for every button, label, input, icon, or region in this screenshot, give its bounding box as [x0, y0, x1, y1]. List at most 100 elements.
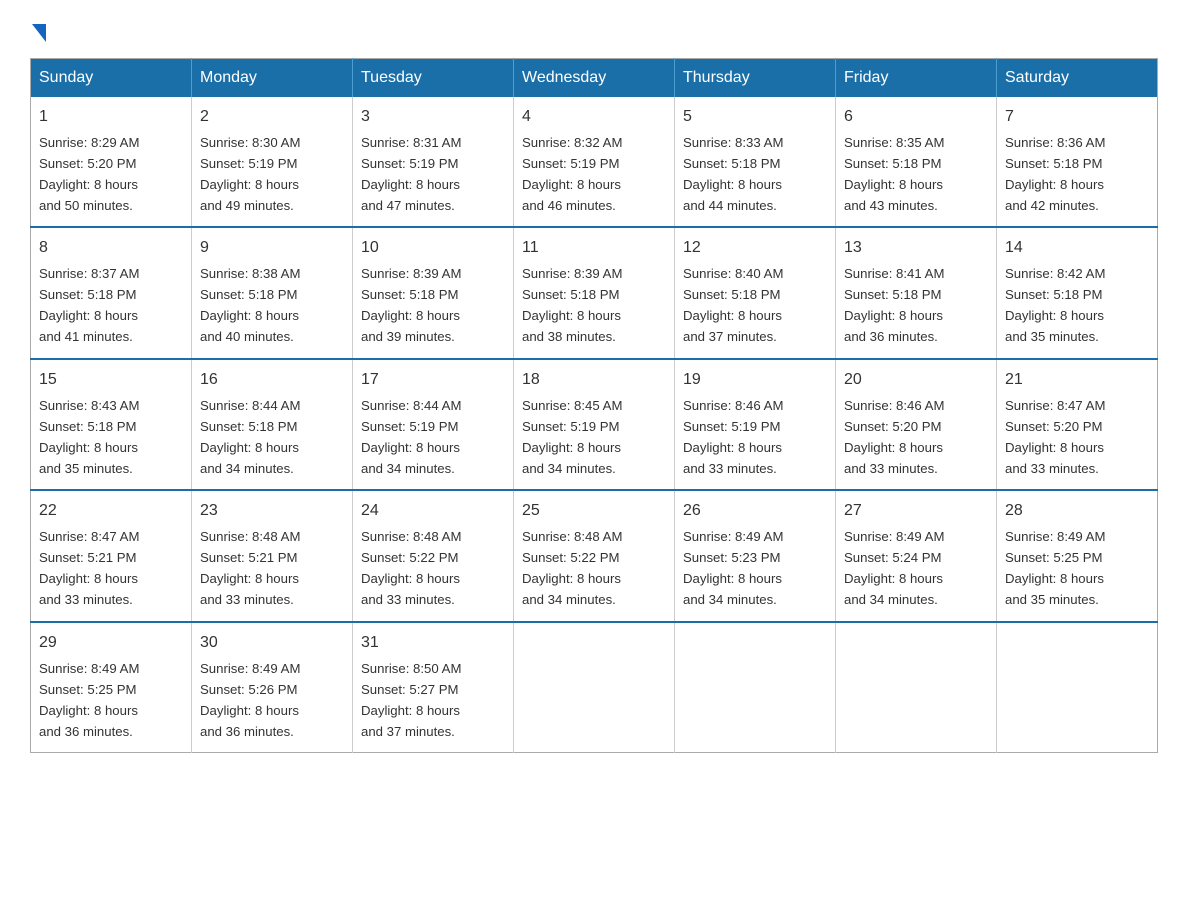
- calendar-cell: 4 Sunrise: 8:32 AMSunset: 5:19 PMDaylight…: [514, 97, 675, 227]
- calendar-cell: 11Sunrise: 8:39 AMSunset: 5:18 PMDayligh…: [514, 227, 675, 358]
- calendar-cell: 18Sunrise: 8:45 AMSunset: 5:19 PMDayligh…: [514, 359, 675, 490]
- calendar-week-5: 29 Sunrise: 8:49 AMSunset: 5:25 PMDayligh…: [31, 622, 1158, 753]
- col-header-tuesday: Tuesday: [353, 59, 514, 98]
- day-info: Sunrise: 8:44 AMSunset: 5:18 PMDaylight:…: [200, 398, 300, 476]
- day-number: 8: [39, 236, 183, 261]
- calendar-cell: 10 Sunrise: 8:39 AMSunset: 5:18 PMDayligh…: [353, 227, 514, 358]
- calendar-cell: 28Sunrise: 8:49 AMSunset: 5:25 PMDayligh…: [997, 490, 1158, 621]
- day-number: 4: [522, 105, 666, 130]
- calendar-week-1: 1Sunrise: 8:29 AMSunset: 5:20 PMDaylight…: [31, 97, 1158, 227]
- logo-arrow-icon: [32, 24, 46, 42]
- day-info: Sunrise: 8:47 AMSunset: 5:21 PMDaylight:…: [39, 529, 139, 607]
- day-info: Sunrise: 8:48 AMSunset: 5:22 PMDaylight:…: [361, 529, 461, 607]
- day-number: 13: [844, 236, 988, 261]
- day-number: 28: [1005, 499, 1149, 524]
- day-info: Sunrise: 8:32 AMSunset: 5:19 PMDaylight:…: [522, 135, 622, 213]
- day-number: 3: [361, 105, 505, 130]
- col-header-friday: Friday: [836, 59, 997, 98]
- day-info: Sunrise: 8:39 AMSunset: 5:18 PMDaylight:…: [522, 266, 622, 344]
- calendar-cell: [675, 622, 836, 753]
- calendar-header-row: SundayMondayTuesdayWednesdayThursdayFrid…: [31, 59, 1158, 98]
- day-number: 30: [200, 631, 344, 656]
- day-info: Sunrise: 8:36 AMSunset: 5:18 PMDaylight:…: [1005, 135, 1105, 213]
- day-info: Sunrise: 8:46 AMSunset: 5:19 PMDaylight:…: [683, 398, 783, 476]
- calendar-cell: 15 Sunrise: 8:43 AMSunset: 5:18 PMDayligh…: [31, 359, 192, 490]
- day-number: 21: [1005, 368, 1149, 393]
- calendar-cell: 14 Sunrise: 8:42 AMSunset: 5:18 PMDayligh…: [997, 227, 1158, 358]
- calendar-cell: 30 Sunrise: 8:49 AMSunset: 5:26 PMDayligh…: [192, 622, 353, 753]
- calendar-cell: 8 Sunrise: 8:37 AMSunset: 5:18 PMDaylight…: [31, 227, 192, 358]
- col-header-sunday: Sunday: [31, 59, 192, 98]
- calendar-cell: 21Sunrise: 8:47 AMSunset: 5:20 PMDayligh…: [997, 359, 1158, 490]
- day-info: Sunrise: 8:31 AMSunset: 5:19 PMDaylight:…: [361, 135, 461, 213]
- day-number: 12: [683, 236, 827, 261]
- day-number: 25: [522, 499, 666, 524]
- day-info: Sunrise: 8:49 AMSunset: 5:25 PMDaylight:…: [39, 661, 139, 739]
- page-header: [30, 20, 1158, 38]
- calendar-week-2: 8 Sunrise: 8:37 AMSunset: 5:18 PMDaylight…: [31, 227, 1158, 358]
- day-number: 9: [200, 236, 344, 261]
- day-number: 14: [1005, 236, 1149, 261]
- calendar-cell: 3 Sunrise: 8:31 AMSunset: 5:19 PMDaylight…: [353, 97, 514, 227]
- day-info: Sunrise: 8:41 AMSunset: 5:18 PMDaylight:…: [844, 266, 944, 344]
- col-header-wednesday: Wednesday: [514, 59, 675, 98]
- day-number: 15: [39, 368, 183, 393]
- calendar-cell: 22 Sunrise: 8:47 AMSunset: 5:21 PMDayligh…: [31, 490, 192, 621]
- calendar-cell: 2 Sunrise: 8:30 AMSunset: 5:19 PMDaylight…: [192, 97, 353, 227]
- day-number: 7: [1005, 105, 1149, 130]
- calendar-cell: 5 Sunrise: 8:33 AMSunset: 5:18 PMDaylight…: [675, 97, 836, 227]
- day-number: 5: [683, 105, 827, 130]
- calendar-cell: 1Sunrise: 8:29 AMSunset: 5:20 PMDaylight…: [31, 97, 192, 227]
- day-info: Sunrise: 8:30 AMSunset: 5:19 PMDaylight:…: [200, 135, 300, 213]
- calendar-cell: 31 Sunrise: 8:50 AMSunset: 5:27 PMDayligh…: [353, 622, 514, 753]
- day-number: 24: [361, 499, 505, 524]
- day-number: 29: [39, 631, 183, 656]
- calendar-cell: 9 Sunrise: 8:38 AMSunset: 5:18 PMDaylight…: [192, 227, 353, 358]
- day-info: Sunrise: 8:48 AMSunset: 5:22 PMDaylight:…: [522, 529, 622, 607]
- day-number: 22: [39, 499, 183, 524]
- day-number: 1: [39, 105, 183, 130]
- col-header-monday: Monday: [192, 59, 353, 98]
- day-info: Sunrise: 8:43 AMSunset: 5:18 PMDaylight:…: [39, 398, 139, 476]
- day-info: Sunrise: 8:35 AMSunset: 5:18 PMDaylight:…: [844, 135, 944, 213]
- day-number: 19: [683, 368, 827, 393]
- day-number: 20: [844, 368, 988, 393]
- calendar-cell: 19 Sunrise: 8:46 AMSunset: 5:19 PMDayligh…: [675, 359, 836, 490]
- day-number: 31: [361, 631, 505, 656]
- calendar-cell: 7 Sunrise: 8:36 AMSunset: 5:18 PMDaylight…: [997, 97, 1158, 227]
- calendar-cell: 24 Sunrise: 8:48 AMSunset: 5:22 PMDayligh…: [353, 490, 514, 621]
- calendar-cell: [836, 622, 997, 753]
- calendar-cell: 12 Sunrise: 8:40 AMSunset: 5:18 PMDayligh…: [675, 227, 836, 358]
- calendar-cell: 25 Sunrise: 8:48 AMSunset: 5:22 PMDayligh…: [514, 490, 675, 621]
- day-number: 2: [200, 105, 344, 130]
- calendar-cell: [997, 622, 1158, 753]
- day-number: 27: [844, 499, 988, 524]
- calendar-cell: 23Sunrise: 8:48 AMSunset: 5:21 PMDayligh…: [192, 490, 353, 621]
- day-number: 10: [361, 236, 505, 261]
- calendar-cell: 29 Sunrise: 8:49 AMSunset: 5:25 PMDayligh…: [31, 622, 192, 753]
- calendar-table: SundayMondayTuesdayWednesdayThursdayFrid…: [30, 58, 1158, 753]
- day-number: 17: [361, 368, 505, 393]
- day-info: Sunrise: 8:45 AMSunset: 5:19 PMDaylight:…: [522, 398, 622, 476]
- day-info: Sunrise: 8:49 AMSunset: 5:26 PMDaylight:…: [200, 661, 300, 739]
- calendar-cell: 16 Sunrise: 8:44 AMSunset: 5:18 PMDayligh…: [192, 359, 353, 490]
- day-info: Sunrise: 8:37 AMSunset: 5:18 PMDaylight:…: [39, 266, 139, 344]
- col-header-saturday: Saturday: [997, 59, 1158, 98]
- day-info: Sunrise: 8:40 AMSunset: 5:18 PMDaylight:…: [683, 266, 783, 344]
- day-info: Sunrise: 8:39 AMSunset: 5:18 PMDaylight:…: [361, 266, 461, 344]
- day-number: 16: [200, 368, 344, 393]
- day-info: Sunrise: 8:44 AMSunset: 5:19 PMDaylight:…: [361, 398, 461, 476]
- day-info: Sunrise: 8:50 AMSunset: 5:27 PMDaylight:…: [361, 661, 461, 739]
- day-info: Sunrise: 8:42 AMSunset: 5:18 PMDaylight:…: [1005, 266, 1105, 344]
- calendar-cell: [514, 622, 675, 753]
- logo: [30, 20, 46, 38]
- calendar-cell: 27Sunrise: 8:49 AMSunset: 5:24 PMDayligh…: [836, 490, 997, 621]
- calendar-cell: 20Sunrise: 8:46 AMSunset: 5:20 PMDayligh…: [836, 359, 997, 490]
- day-number: 6: [844, 105, 988, 130]
- calendar-cell: 26Sunrise: 8:49 AMSunset: 5:23 PMDayligh…: [675, 490, 836, 621]
- day-info: Sunrise: 8:38 AMSunset: 5:18 PMDaylight:…: [200, 266, 300, 344]
- day-info: Sunrise: 8:33 AMSunset: 5:18 PMDaylight:…: [683, 135, 783, 213]
- calendar-week-3: 15 Sunrise: 8:43 AMSunset: 5:18 PMDayligh…: [31, 359, 1158, 490]
- calendar-week-4: 22 Sunrise: 8:47 AMSunset: 5:21 PMDayligh…: [31, 490, 1158, 621]
- day-info: Sunrise: 8:49 AMSunset: 5:23 PMDaylight:…: [683, 529, 783, 607]
